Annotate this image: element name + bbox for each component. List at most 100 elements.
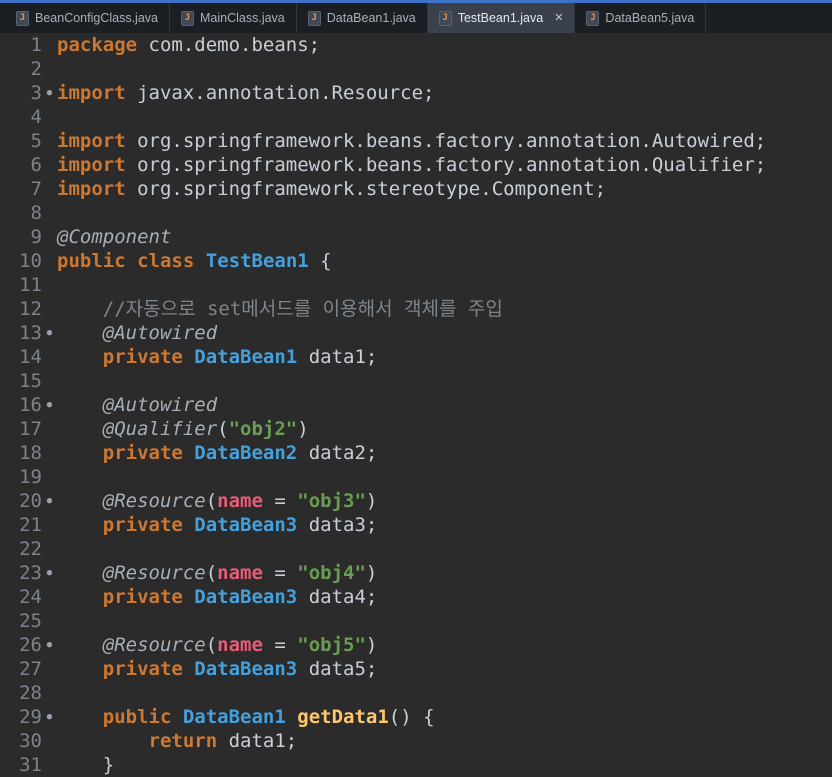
code-line[interactable]: 16 ● @Autowired xyxy=(0,393,832,417)
code-text: private DataBean3 data5; xyxy=(57,657,832,681)
gutter-spacer xyxy=(42,681,57,705)
code-line[interactable]: 18 private DataBean2 data2; xyxy=(0,441,832,465)
gutter-dot-icon[interactable]: ● xyxy=(42,633,57,657)
token-type-name: DataBean1 xyxy=(182,706,286,728)
code-line[interactable]: 22 xyxy=(0,537,832,561)
code-line[interactable]: 21 private DataBean3 data3; xyxy=(0,513,832,537)
code-line[interactable]: 8 xyxy=(0,201,832,225)
token-plain-text xyxy=(194,250,205,272)
line-number: 3 xyxy=(30,82,42,104)
code-text: public class TestBean1 { xyxy=(57,249,832,273)
code-line[interactable]: 4 xyxy=(0,105,832,129)
line-number: 29 xyxy=(19,706,42,728)
gutter-dot-icon[interactable]: ● xyxy=(42,321,57,345)
code-line[interactable]: 30 return data1; xyxy=(0,729,832,753)
java-file-icon: J xyxy=(16,10,29,26)
token-plain-text xyxy=(57,562,103,584)
token-keyword: import xyxy=(57,130,126,152)
line-number: 8 xyxy=(30,202,42,224)
gutter-spacer xyxy=(42,57,57,81)
code-line[interactable]: 29 ● public DataBean1 getData1() { xyxy=(0,705,832,729)
code-line[interactable]: 5 import org.springframework.beans.factor… xyxy=(0,129,832,153)
gutter-spacer xyxy=(42,657,57,681)
token-keyword: import xyxy=(57,154,126,176)
line-number: 22 xyxy=(19,538,42,560)
line-number: 2 xyxy=(30,58,42,80)
java-file-icon: J xyxy=(438,10,452,26)
code-line[interactable]: 1 package com.demo.beans; xyxy=(0,33,832,57)
gutter-spacer xyxy=(42,753,57,777)
gutter-spacer xyxy=(42,369,57,393)
code-line[interactable]: 10 public class TestBean1 { xyxy=(0,249,832,273)
code-text: import javax.annotation.Resource; xyxy=(57,81,832,105)
code-line[interactable]: 12 //자동으로 set메서드를 이용해서 객체를 주입 xyxy=(0,297,832,321)
token-plain-text xyxy=(183,442,194,464)
gutter-dot-icon[interactable]: ● xyxy=(42,393,57,417)
tab-mainclass-java[interactable]: J MainClass.java xyxy=(170,3,297,33)
token-attr-name: name xyxy=(217,490,263,512)
code-line[interactable]: 17 @Qualifier("obj2") xyxy=(0,417,832,441)
line-number: 30 xyxy=(19,730,42,752)
token-plain-text xyxy=(57,322,103,344)
line-number: 25 xyxy=(19,610,42,632)
token-plain-text xyxy=(57,442,103,464)
code-editor[interactable]: 1 package com.demo.beans; 2 3 ● import javax.… xyxy=(0,33,832,777)
code-line[interactable]: 7 import org.springframework.stereotype.C… xyxy=(0,177,832,201)
code-line[interactable]: 26 ● @Resource(name = "obj5") xyxy=(0,633,832,657)
code-line[interactable]: 25 xyxy=(0,609,832,633)
gutter-spacer xyxy=(42,153,57,177)
tab-databean5-java[interactable]: J DataBean5.java xyxy=(575,3,707,33)
tab-testbean1-java[interactable]: J TestBean1.java ✕ xyxy=(427,3,576,33)
token-plain-text: data1; xyxy=(297,346,378,368)
gutter-spacer xyxy=(42,513,57,537)
token-annotation: @Autowired xyxy=(102,394,218,416)
gutter-dot-icon[interactable]: ● xyxy=(42,489,57,513)
java-file-icon: J xyxy=(586,10,600,26)
gutter-dot-icon[interactable]: ● xyxy=(42,705,57,729)
gutter-dot-icon[interactable]: ● xyxy=(42,81,57,105)
token-annotation: @Autowired xyxy=(102,322,218,344)
close-icon[interactable]: ✕ xyxy=(554,12,563,24)
code-line[interactable]: 31 } xyxy=(0,753,832,777)
token-annotation: @Qualifier xyxy=(102,418,218,440)
line-number: 19 xyxy=(19,466,42,488)
code-line[interactable]: 15 xyxy=(0,369,832,393)
code-line[interactable]: 23 ● @Resource(name = "obj4") xyxy=(0,561,832,585)
token-keyword: private xyxy=(102,346,183,368)
tab-databean1-java[interactable]: J DataBean1.java xyxy=(297,3,428,33)
code-line[interactable]: 27 private DataBean3 data5; xyxy=(0,657,832,681)
code-line[interactable]: 13 ● @Autowired xyxy=(0,321,832,345)
code-line[interactable]: 20 ● @Resource(name = "obj3") xyxy=(0,489,832,513)
token-plain-text: () { xyxy=(388,706,435,728)
java-file-icon: J xyxy=(181,10,194,26)
code-line[interactable]: 9 @Component xyxy=(0,225,832,249)
code-line[interactable]: 11 xyxy=(0,273,832,297)
code-line[interactable]: 2 xyxy=(0,57,832,81)
line-number: 20 xyxy=(19,490,42,512)
line-number: 21 xyxy=(19,514,42,536)
code-text: private DataBean2 data2; xyxy=(57,441,832,465)
tab-beanconfigclass-java[interactable]: J BeanConfigClass.java xyxy=(5,3,170,33)
code-line[interactable]: 24 private DataBean3 data4; xyxy=(0,585,832,609)
token-type-name: DataBean1 xyxy=(194,346,298,368)
code-line[interactable]: 19 xyxy=(0,465,832,489)
gutter-spacer xyxy=(42,249,57,273)
token-plain-text xyxy=(57,514,103,536)
token-plain-text: data3; xyxy=(297,514,378,536)
token-string-literal: "obj3" xyxy=(297,490,366,512)
code-line[interactable]: 28 xyxy=(0,681,832,705)
gutter-dot-icon[interactable]: ● xyxy=(42,561,57,585)
code-line[interactable]: 14 private DataBean1 data1; xyxy=(0,345,832,369)
line-number: 12 xyxy=(19,298,42,320)
token-plain-text: org.springframework.stereotype.Component… xyxy=(125,178,607,200)
token-plain-text: data1; xyxy=(217,730,298,752)
token-keyword: private xyxy=(102,586,183,608)
code-line[interactable]: 3 ● import javax.annotation.Resource; xyxy=(0,81,832,105)
token-string-literal: "obj5" xyxy=(297,634,366,656)
code-text: //자동으로 set메서드를 이용해서 객체를 주입 xyxy=(57,297,832,321)
code-line[interactable]: 6 import org.springframework.beans.factor… xyxy=(0,153,832,177)
code-text: import org.springframework.beans.factory… xyxy=(57,129,832,153)
